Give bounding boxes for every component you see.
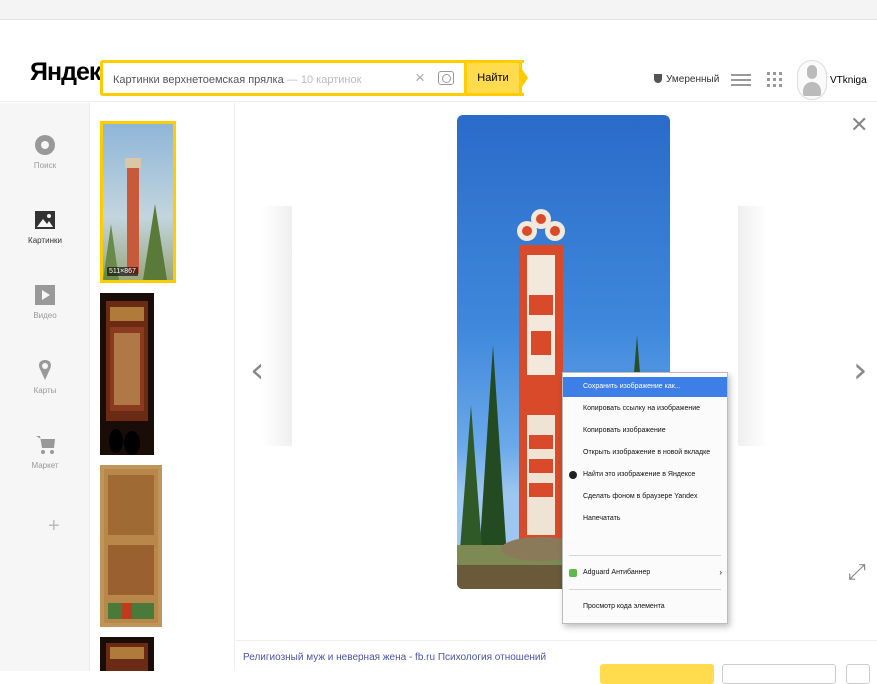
menu-item-search-image-yandex[interactable]: Найти это изображение в Яндексе bbox=[563, 465, 727, 485]
menu-item-label: Найти это изображение в Яндексе bbox=[583, 471, 696, 478]
sidebar-item-market[interactable]: Маркет bbox=[0, 433, 90, 470]
search-icon bbox=[33, 133, 57, 157]
menu-item-print[interactable]: Напечатать bbox=[563, 509, 727, 529]
menu-item-label: Напечатать bbox=[583, 515, 621, 522]
menu-item-copy-image[interactable]: Копировать изображение bbox=[563, 421, 727, 441]
image-source-link[interactable]: Религиозный муж и неверная жена - fb.ru … bbox=[243, 652, 546, 663]
thumbnail-image bbox=[106, 301, 148, 455]
close-icon[interactable]: ✕ bbox=[850, 113, 868, 138]
thumbnail-image bbox=[106, 643, 148, 671]
menu-item-copy-image-link[interactable]: Копировать ссылку на изображение bbox=[563, 399, 727, 419]
menu-separator bbox=[569, 589, 721, 590]
avatar[interactable] bbox=[797, 60, 827, 100]
thumbnail-image bbox=[104, 469, 158, 623]
menu-item-open-image-new-tab[interactable]: Открыть изображение в новой вкладке bbox=[563, 443, 727, 463]
thumbnail-strip: 511×867 bbox=[90, 103, 235, 671]
thumbnail-item[interactable] bbox=[100, 465, 162, 627]
image-icon bbox=[33, 208, 57, 232]
safe-search-toggle[interactable]: Умеренный bbox=[654, 74, 719, 85]
menu-item-label: Сохранить изображение как... bbox=[583, 383, 681, 390]
context-menu: Сохранить изображение как... Копировать … bbox=[562, 372, 728, 624]
menu-separator bbox=[569, 555, 721, 556]
find-button[interactable]: Найти bbox=[464, 60, 522, 96]
menu-item-label: Просмотр кода элемента bbox=[583, 603, 665, 610]
sidebar-item-video[interactable]: Видео bbox=[0, 283, 90, 320]
clear-icon[interactable]: × bbox=[415, 68, 425, 88]
username[interactable]: VTkniga bbox=[830, 75, 867, 86]
menu-item-label: Adguard Антибаннер bbox=[583, 569, 651, 576]
play-icon bbox=[33, 283, 57, 307]
shield-icon bbox=[654, 74, 662, 83]
next-arrow-icon[interactable]: › bbox=[853, 350, 867, 391]
previous-arrow-icon[interactable]: ‹ bbox=[250, 350, 264, 391]
username-label: VTkniga bbox=[830, 75, 867, 86]
add-service-icon[interactable]: + bbox=[48, 515, 60, 538]
share-button[interactable] bbox=[846, 664, 870, 684]
camera-icon[interactable] bbox=[438, 71, 454, 85]
sidebar-item-images[interactable]: Картинки bbox=[0, 208, 90, 245]
thumbnail-image bbox=[103, 158, 167, 280]
menu-item-save-image[interactable]: Сохранить изображение как... bbox=[563, 377, 727, 397]
fullscreen-icon[interactable]: ⤢ bbox=[848, 560, 866, 585]
service-sidebar: Поиск Картинки Видео Карты Маркет + bbox=[0, 103, 90, 671]
thumbnail-item[interactable] bbox=[100, 293, 154, 455]
menu-item-label: Открыть изображение в новой вкладке bbox=[583, 449, 711, 456]
menu-item-adguard[interactable]: Adguard Антибаннер › bbox=[563, 563, 727, 583]
sidebar-item-label: Поиск bbox=[33, 161, 57, 170]
adguard-shield-icon bbox=[569, 569, 577, 577]
sidebar-item-maps[interactable]: Карты bbox=[0, 358, 90, 395]
sidebar-item-label: Карты bbox=[33, 386, 57, 395]
filters-icon[interactable] bbox=[731, 72, 751, 86]
next-image-ghost bbox=[738, 206, 768, 446]
image-dimensions: 511×867 bbox=[107, 267, 138, 276]
sidebar-item-label: Маркет bbox=[31, 461, 59, 470]
sidebar-item-label: Картинки bbox=[28, 236, 62, 245]
sidebar-item-label: Видео bbox=[33, 311, 57, 320]
search-query: Картинки верхнетоемская прялка — 10 карт… bbox=[113, 74, 361, 86]
header: Яндекс Картинки верхнетоемская прялка — … bbox=[0, 20, 877, 102]
search-query-text: Картинки верхнетоемская прялка bbox=[113, 74, 284, 86]
thumbnail-selected[interactable]: 511×867 bbox=[100, 121, 176, 283]
menu-item-inspect-element[interactable]: Просмотр кода элемента bbox=[563, 597, 727, 617]
open-button[interactable] bbox=[600, 664, 714, 684]
yandex-search-icon bbox=[569, 471, 577, 479]
other-sizes-button[interactable] bbox=[722, 664, 836, 684]
menu-item-label: Сделать фоном в браузере Yandex bbox=[583, 493, 698, 500]
menu-item-label: Копировать изображение bbox=[583, 427, 666, 434]
map-pin-icon bbox=[33, 358, 57, 382]
previous-image-ghost bbox=[262, 206, 292, 446]
thumbnail-item[interactable] bbox=[100, 637, 154, 671]
bookmarks-bar bbox=[0, 0, 877, 20]
submenu-arrow-icon: › bbox=[719, 568, 722, 577]
safe-search-label: Умеренный bbox=[666, 74, 720, 85]
search-input[interactable]: Картинки верхнетоемская прялка — 10 карт… bbox=[100, 60, 524, 96]
menu-item-set-background[interactable]: Сделать фоном в браузере Yandex bbox=[563, 487, 727, 507]
cart-icon bbox=[33, 433, 57, 457]
menu-item-label: Копировать ссылку на изображение bbox=[583, 405, 701, 412]
sidebar-item-search[interactable]: Поиск bbox=[0, 133, 90, 170]
search-hint: — 10 картинок bbox=[286, 74, 362, 86]
services-grid-icon[interactable] bbox=[767, 72, 782, 87]
